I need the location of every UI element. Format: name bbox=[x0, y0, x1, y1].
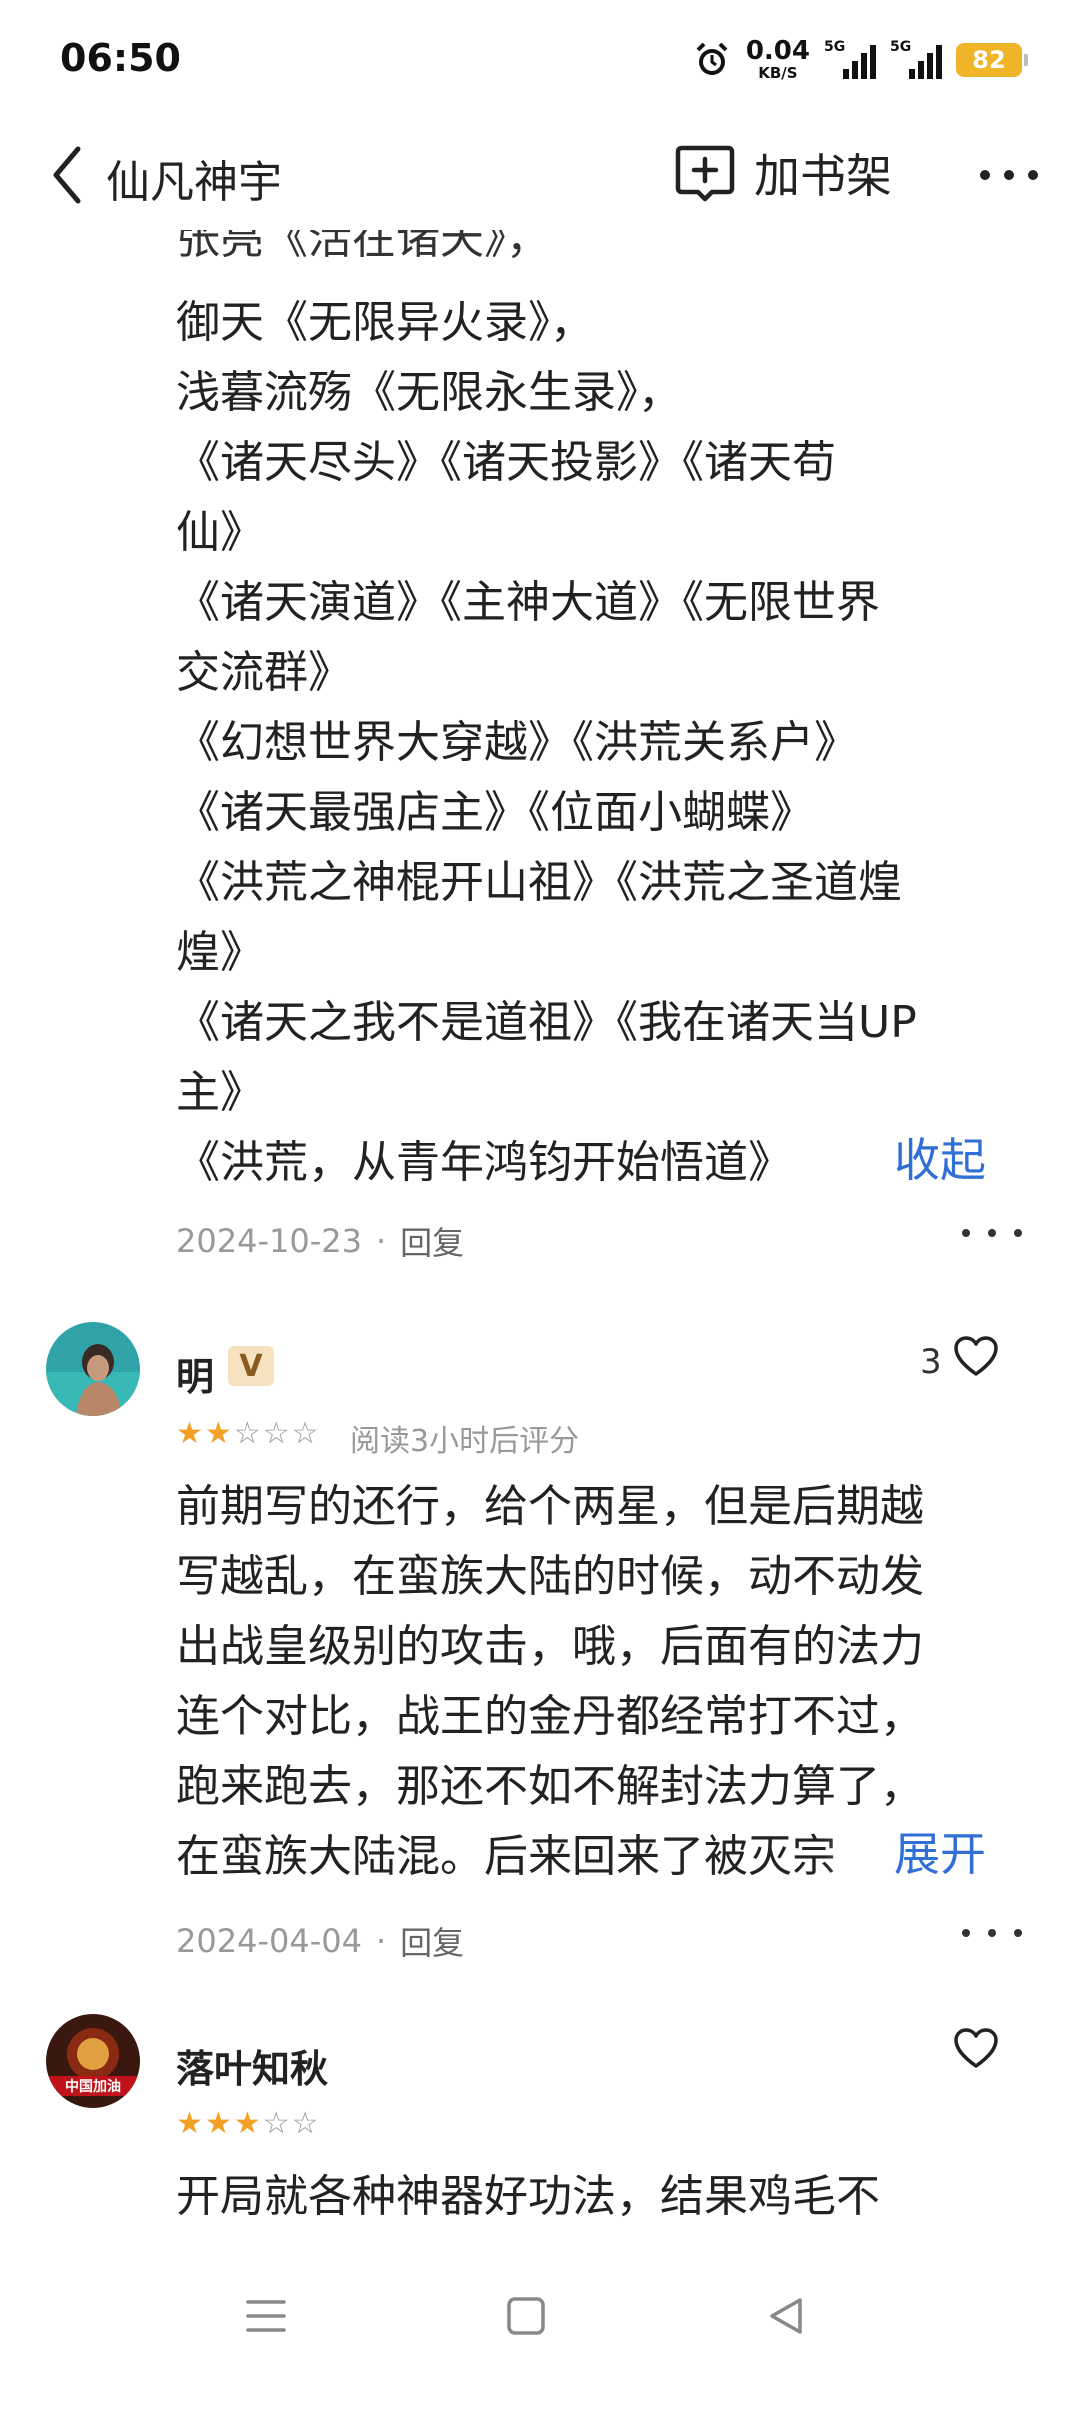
comment-text-line: 《诸天之我不是道祖》《我在诸天当UP bbox=[176, 997, 917, 1048]
back-triangle-icon bbox=[770, 2298, 802, 2334]
comment-text-line: 浅暮流殇《无限永生录》， bbox=[176, 367, 682, 418]
comment-date: 2024-04-04 bbox=[176, 1922, 362, 1960]
star-rating: ★★★☆☆ bbox=[176, 2106, 321, 2141]
comment-text-line: 《洪荒，从青年鸿钧开始悟道》 bbox=[176, 1137, 792, 1188]
comment-date: 2024-10-23 bbox=[176, 1222, 362, 1260]
comment-meta: 2024-04-04 · 回复 bbox=[176, 1918, 464, 1964]
system-back-button[interactable] bbox=[746, 2276, 826, 2356]
comment-text-line: 张亮《活在诸天》， bbox=[176, 230, 550, 264]
status-time: 06:50 bbox=[60, 36, 181, 80]
recent-apps-button[interactable] bbox=[226, 2276, 306, 2356]
rating-note: 阅读3小时后评分 bbox=[350, 1424, 580, 1459]
comment-text-line: 连个对比，战王的金丹都经常打不过， bbox=[176, 1691, 924, 1742]
avatar-image: 中国加油 bbox=[46, 2014, 140, 2108]
star-empty-icon: ☆ bbox=[262, 2106, 292, 2141]
status-icons: 0.04 KB/S 5G 5G 82 bbox=[692, 38, 1028, 81]
meta-separator: · bbox=[375, 1922, 387, 1960]
battery-level: 82 bbox=[972, 45, 1006, 74]
meta-separator: · bbox=[375, 1222, 387, 1260]
alarm-icon bbox=[696, 42, 728, 75]
comment-text-line: 《幻想世界大穿越》《洪荒关系户》 bbox=[176, 717, 858, 768]
comment-meta: 2024-10-23 · 回复 bbox=[176, 1218, 464, 1264]
star-filled-icon: ★ bbox=[204, 2106, 234, 2141]
text-fade bbox=[824, 1822, 894, 1882]
more-dot-icon bbox=[988, 1929, 996, 1937]
more-dot-icon bbox=[1014, 1229, 1022, 1237]
system-nav-bar bbox=[0, 2240, 1080, 2412]
comment-text-line: 跑来跑去，那还不如不解封法力算了， bbox=[176, 1761, 924, 1812]
star-filled-icon: ★ bbox=[176, 1416, 205, 1451]
expand-button[interactable]: 展开 bbox=[894, 1818, 986, 1884]
comment-text-line: 《诸天演道》《主神大道》《无限世界 bbox=[176, 577, 880, 628]
comment-text-line: 煌》 bbox=[176, 927, 264, 978]
back-chevron-icon bbox=[53, 146, 81, 204]
heart-icon[interactable] bbox=[952, 2026, 1000, 2070]
book-title: 仙凡神宇 bbox=[106, 157, 282, 208]
star-empty-icon: ☆ bbox=[233, 1416, 263, 1451]
signal-icon-sim1: 5G bbox=[824, 39, 876, 81]
star-filled-icon: ★ bbox=[176, 2106, 205, 2141]
comment-text-line: 御天《无限异火录》， bbox=[176, 297, 594, 348]
more-dot-icon bbox=[962, 1229, 970, 1237]
avatar[interactable]: 中国加油 bbox=[46, 2014, 140, 2108]
network-speed: 0.04 KB/S bbox=[746, 38, 810, 81]
avatar-photo bbox=[46, 1322, 140, 1416]
username[interactable]: 明 bbox=[176, 1346, 214, 1401]
comment-text-line: 仙》 bbox=[176, 507, 264, 558]
status-bar: 06:50 0.04 KB/S 5G 5G 82 bbox=[0, 0, 1080, 120]
star-filled-icon: ★ bbox=[204, 1416, 234, 1451]
battery-icon: 82 bbox=[956, 42, 1028, 77]
more-icon bbox=[980, 170, 1038, 180]
comment-text-line: 前期写的还行，给个两星，但是后期越 bbox=[176, 1481, 924, 1532]
collapse-button[interactable]: 收起 bbox=[894, 1124, 986, 1190]
add-bookshelf-icon bbox=[675, 145, 735, 202]
comment-text-line: 交流群》 bbox=[176, 647, 352, 698]
reply-button[interactable]: 回复 bbox=[400, 1218, 464, 1264]
comment-text-line: 主》 bbox=[176, 1067, 264, 1118]
comment-text-line: 在蛮族大陆混。后来回来了被灭宗 bbox=[176, 1831, 836, 1882]
net-speed-unit: KB/S bbox=[758, 64, 798, 82]
heart-icon[interactable] bbox=[952, 1334, 1000, 1378]
like-count: 3 bbox=[920, 1342, 942, 1382]
comment-more-button[interactable] bbox=[962, 1218, 1022, 1248]
username[interactable]: 落叶知秋 bbox=[176, 2038, 328, 2093]
signal-icon-sim2: 5G bbox=[890, 39, 942, 81]
more-button[interactable] bbox=[974, 150, 1044, 200]
star-filled-icon: ★ bbox=[233, 2106, 263, 2141]
add-shelf-label: 加书架 bbox=[754, 149, 892, 203]
avatar[interactable] bbox=[46, 1322, 140, 1416]
vip-badge: V bbox=[228, 1346, 274, 1386]
star-empty-icon: ☆ bbox=[291, 1416, 321, 1451]
comment-text-line: 《诸天尽头》《诸天投影》《诸天苟 bbox=[176, 437, 836, 488]
comments-list[interactable]: 张亮《活在诸天》， 御天《无限异火录》， 浅暮流殇《无限永生录》， 《诸天尽头》… bbox=[0, 230, 1080, 2240]
reply-button[interactable]: 回复 bbox=[400, 1918, 464, 1964]
more-dot-icon bbox=[962, 1929, 970, 1937]
back-button[interactable] bbox=[42, 142, 92, 208]
comment-text-line: 写越乱，在蛮族大陆的时候，动不动发 bbox=[176, 1551, 924, 1602]
comment-text-line: 《诸天最强店主》《位面小蝴蝶》 bbox=[176, 787, 814, 838]
home-square-icon bbox=[507, 2297, 545, 2335]
comment-text-line: 出战皇级别的攻击，哦，后面有的法力 bbox=[176, 1621, 924, 1672]
comment-text-line: 《洪荒之神棍开山祖》《洪荒之圣道煌 bbox=[176, 857, 902, 908]
more-dot-icon bbox=[988, 1229, 996, 1237]
star-rating: ★★☆☆☆ bbox=[176, 1416, 321, 1451]
star-empty-icon: ☆ bbox=[291, 2106, 321, 2141]
comment-text-line: 开局就各种神器好功法，结果鸡毛不 bbox=[176, 2171, 880, 2222]
more-dot-icon bbox=[1014, 1929, 1022, 1937]
top-app-bar: 仙凡神宇 加书架 bbox=[0, 120, 1080, 230]
menu-icon bbox=[246, 2300, 286, 2332]
home-button[interactable] bbox=[486, 2276, 566, 2356]
add-to-bookshelf-button[interactable]: 加书架 bbox=[672, 140, 892, 206]
comment-more-button[interactable] bbox=[962, 1918, 1022, 1948]
net-speed-value: 0.04 bbox=[745, 36, 810, 66]
star-empty-icon: ☆ bbox=[262, 1416, 292, 1451]
avatar-caption: 中国加油 bbox=[65, 2078, 121, 2095]
